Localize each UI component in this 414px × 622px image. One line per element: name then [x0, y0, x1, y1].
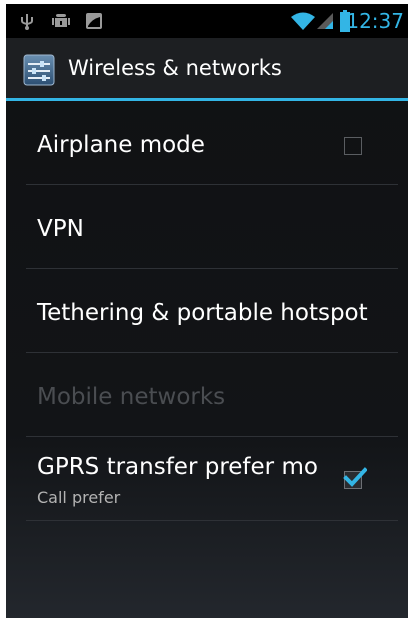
- action-bar: Wireless & networks: [6, 38, 408, 98]
- checkmark-icon: [343, 467, 367, 487]
- divider: [26, 520, 398, 521]
- image-notification-icon: [85, 12, 103, 34]
- list-item-summary: Call prefer: [37, 488, 121, 507]
- settings-icon[interactable]: [23, 54, 55, 86]
- page-title: Wireless & networks: [68, 56, 282, 80]
- android-debug-icon: [52, 12, 70, 34]
- list-item-label: GPRS transfer prefer mode: [37, 454, 319, 480]
- airplane-mode-checkbox[interactable]: [344, 137, 362, 155]
- list-item-label: Mobile networks: [37, 384, 226, 410]
- list-item-tethering[interactable]: Tethering & portable hotspot: [6, 269, 408, 352]
- list-item-label: Airplane mode: [37, 132, 205, 158]
- status-bar: 12:37: [6, 4, 408, 38]
- list-item-gprs-transfer[interactable]: GPRS transfer prefer mode Call prefer: [6, 437, 408, 520]
- phone-screen: 12:37 Wireless & networks Airplane mode …: [6, 4, 408, 618]
- list-item-label: Tethering & portable hotspot: [37, 300, 368, 326]
- gprs-transfer-checkbox[interactable]: [343, 467, 367, 489]
- gprs-title-clip: GPRS transfer prefer mode: [37, 454, 319, 484]
- list-item-mobile-networks: Mobile networks: [6, 353, 408, 436]
- wifi-icon: [290, 11, 316, 35]
- list-item-airplane-mode[interactable]: Airplane mode: [6, 101, 408, 184]
- usb-icon: [20, 12, 34, 34]
- list-item-label: VPN: [37, 216, 84, 242]
- list-item-vpn[interactable]: VPN: [6, 185, 408, 268]
- signal-icon: [316, 12, 334, 34]
- clock: 12:37: [346, 9, 404, 33]
